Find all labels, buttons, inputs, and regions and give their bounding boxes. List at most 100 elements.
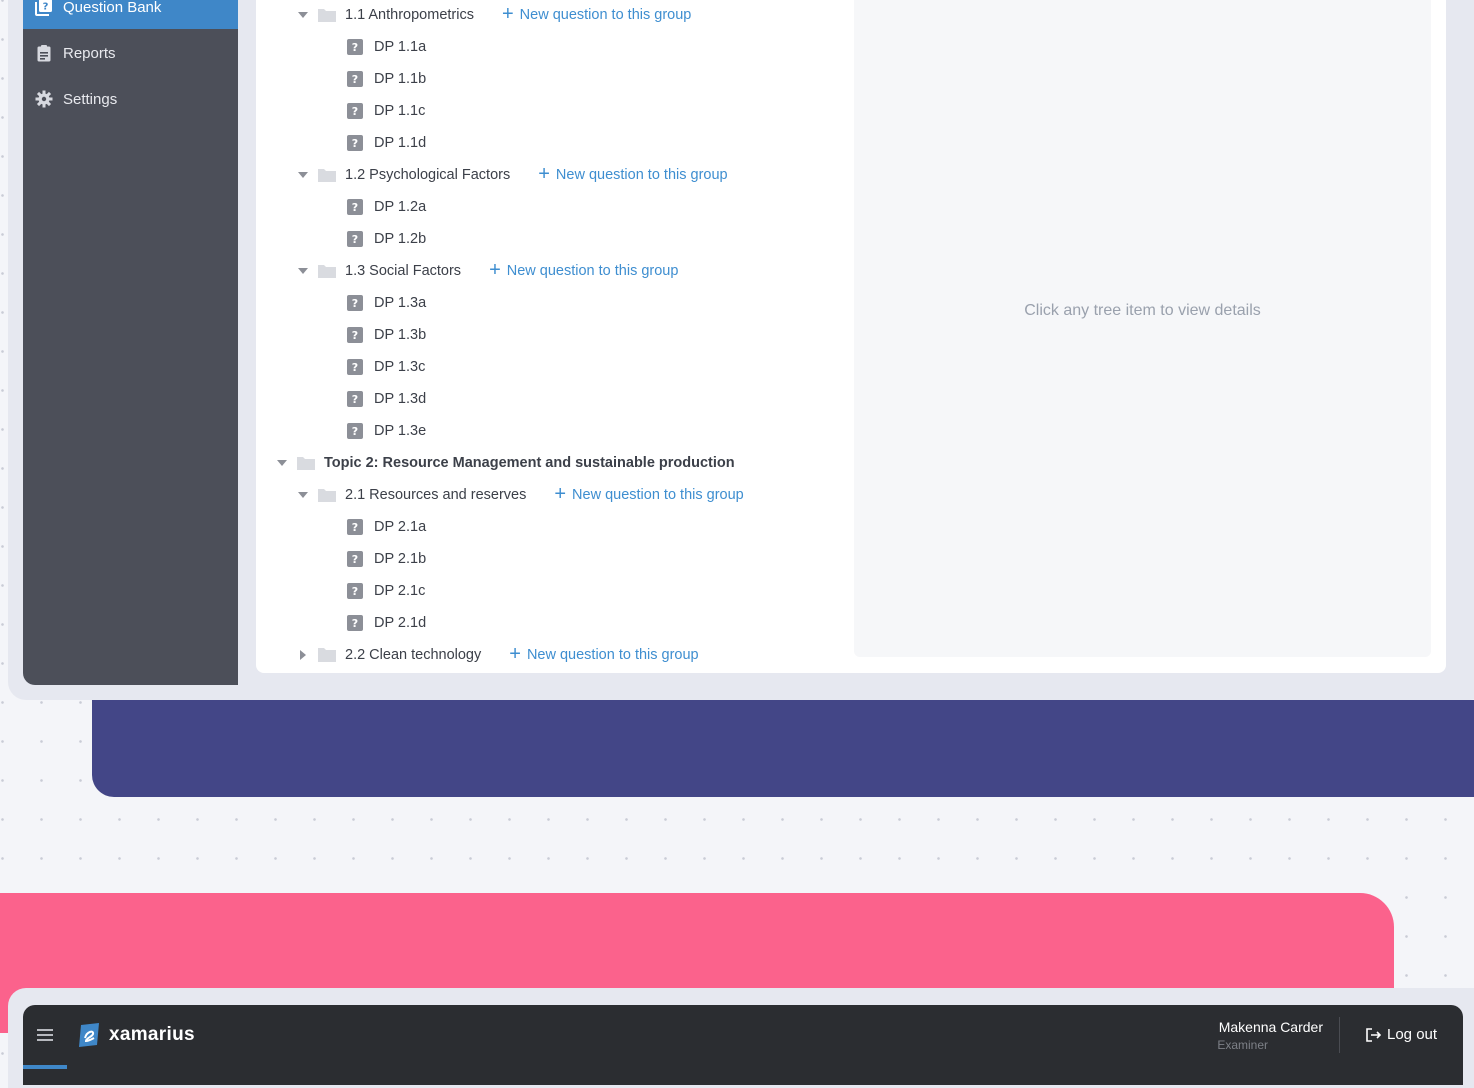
question-icon: ? [347,199,363,215]
item-label: DP 2.1d [374,615,427,631]
question-icon: ? [347,71,363,87]
plus-icon: + [538,163,550,185]
caret-down-icon [298,10,308,20]
logout-label: Log out [1387,1026,1438,1043]
question-icon: ? [347,615,363,631]
caret-right-icon [298,650,308,660]
new-question-label: New question to this group [506,263,679,279]
tree-group-1-2[interactable]: 1.2 Psychological Factors + New question … [298,159,728,191]
new-question-link[interactable]: + New question to this group [554,483,744,505]
tree-topic-2[interactable]: Topic 2: Resource Management and sustain… [277,447,735,479]
tree-item[interactable]: ? DP 1.2a [347,191,426,223]
group-label: 1.2 Psychological Factors [345,167,511,183]
logout-button[interactable]: Log out [1365,1026,1437,1043]
caret-down-icon [298,490,308,500]
plus-icon: + [489,259,501,281]
tree-item[interactable]: ? DP 2.1a [347,511,426,543]
svg-text:?: ? [43,2,49,13]
sidebar-item-settings[interactable]: Settings [23,77,238,121]
topic-label: Topic 2: Resource Management and sustain… [324,455,735,471]
user-name: Makenna Carder [1218,1019,1323,1035]
plus-icon: + [509,643,521,665]
detail-placeholder: Click any tree item to view details [1024,301,1261,319]
question-icon: ? [347,359,363,375]
sidebar-item-reports[interactable]: Reports [23,31,238,75]
tree-item[interactable]: ? DP 1.3a [347,287,426,319]
top-bar: xamarius Makenna Carder Examiner Log out [23,1005,1463,1085]
tree-group-2-1[interactable]: 2.1 Resources and reserves + New question… [298,479,744,511]
caret-down-icon [277,458,287,468]
folder-open-icon [318,8,336,22]
item-label: DP 1.3d [374,391,427,407]
tree-item[interactable]: ? DP 1.3e [347,415,426,447]
item-label: DP 1.2b [374,231,427,247]
question-icon: ? [347,295,363,311]
question-icon: ? [347,103,363,119]
new-question-link[interactable]: + New question to this group [509,643,698,665]
tree-group-1-1[interactable]: 1.1 Anthropometrics + New question to thi… [298,0,691,31]
group-label: 1.3 Social Factors [345,263,462,279]
purple-band [92,700,1474,797]
question-icon: ? [347,551,363,567]
caret-down-icon [298,170,308,180]
question-icon: ? [347,39,363,55]
item-label: DP 1.2a [374,199,427,215]
folder-open-icon [318,488,336,502]
item-label: DP 1.3e [374,423,427,439]
menu-icon[interactable] [37,1029,53,1044]
folder-open-icon [318,168,336,182]
question-icon: ? [347,423,363,439]
divider [1339,1017,1340,1053]
folder-open-icon [297,456,315,470]
new-question-link[interactable]: + New question to this group [489,259,679,281]
item-label: DP 1.1d [374,135,427,151]
question-icon: ? [347,231,363,247]
group-label: 2.1 Resources and reserves [345,487,527,503]
tree-item[interactable]: ? DP 1.1c [347,95,425,127]
tree-item[interactable]: ? DP 1.1b [347,63,426,95]
tree-item[interactable]: ? DP 2.1d [347,607,426,639]
new-question-label: New question to this group [572,487,744,503]
tree-item[interactable]: ? DP 2.1c [347,575,425,607]
tree-item[interactable]: ? DP 1.3c [347,351,425,383]
new-question-link[interactable]: + New question to this group [501,3,692,25]
folder-closed-icon [318,648,336,662]
caret-down-icon [298,266,308,276]
question-icon: ? [347,135,363,151]
sidebar-item-question-bank[interactable]: ? Question Bank [23,0,238,29]
plus-icon: + [554,483,567,505]
new-question-link[interactable]: + New question to this group [538,163,727,185]
item-label: DP 1.3c [374,359,426,375]
tree-group-1-3[interactable]: 1.3 Social Factors + New question to this… [298,255,678,287]
tree-item[interactable]: ? DP 2.1b [347,543,426,575]
gear-icon [35,90,53,108]
user-role: Examiner [1217,1038,1268,1052]
sidebar-item-label: Question Bank [63,0,162,16]
item-label: DP 2.1a [374,519,427,535]
plus-icon: + [501,3,514,25]
sidebar: ? Question Bank Reports Settings [23,0,238,685]
question-icon: ? [347,519,363,535]
item-label: DP 2.1c [374,583,426,599]
question-bank-icon: ? [35,0,53,16]
logout-icon [1366,1027,1381,1042]
item-label: DP 1.1c [374,103,426,119]
question-icon: ? [347,327,363,343]
tree-item[interactable]: ? DP 1.1a [347,31,426,63]
brand-name: xamarius [109,1024,195,1045]
new-question-label: New question to this group [519,7,692,23]
tree-item[interactable]: ? DP 1.3b [347,319,426,351]
item-label: DP 1.1b [374,71,427,87]
tree-item[interactable]: ? DP 1.3d [347,383,426,415]
detail-pane: Click any tree item to view details [854,0,1431,657]
group-label: 2.2 Clean technology [345,647,482,663]
clipboard-icon [35,44,53,62]
sidebar-item-label: Reports [63,44,116,62]
tree-item[interactable]: ? DP 1.2b [347,223,426,255]
item-label: DP 1.1a [374,39,427,55]
item-label: DP 1.3a [374,295,427,311]
question-icon: ? [347,391,363,407]
tree-item[interactable]: ? DP 1.1d [347,127,426,159]
tree-group-2-2[interactable]: 2.2 Clean technology + New question to th… [298,639,699,671]
folder-open-icon [318,264,336,278]
